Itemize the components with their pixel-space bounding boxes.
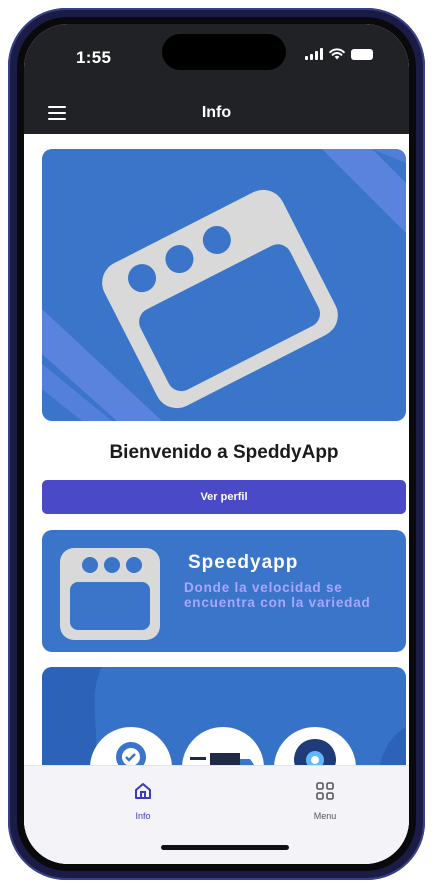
phone-frame: 1:55 Info Bienvenido a SpeddyApp Ver per… xyxy=(8,8,425,880)
bottom-nav: Info Menu xyxy=(24,765,409,864)
brand-card[interactable]: Speedyapp Donde la velocidad se encuentr… xyxy=(42,530,406,652)
nav-item-menu[interactable]: Menu xyxy=(295,780,355,821)
grid-icon xyxy=(316,782,334,800)
browser-window-icon xyxy=(42,149,406,421)
home-icon xyxy=(135,783,151,799)
nav-item-info[interactable]: Info xyxy=(113,780,173,821)
page-title: Info xyxy=(201,104,232,121)
wifi-icon xyxy=(329,48,345,60)
battery-icon xyxy=(351,48,373,60)
signal-icon xyxy=(305,48,323,60)
content: Bienvenido a SpeddyApp Ver perfil Speedy… xyxy=(24,134,409,864)
status-time: 1:55 xyxy=(76,48,112,67)
status-icons xyxy=(305,48,373,60)
nav-label-info: Info xyxy=(135,811,151,821)
dynamic-island xyxy=(162,34,286,70)
brand-name: Speedyapp xyxy=(188,552,299,573)
status-bar: 1:55 xyxy=(24,24,409,94)
home-indicator xyxy=(161,845,289,850)
browser-window-icon xyxy=(60,548,160,640)
phone-bezel: 1:55 Info Bienvenido a SpeddyApp Ver per… xyxy=(17,17,416,871)
brand-tagline: Donde la velocidad se encuentra con la v… xyxy=(184,580,371,610)
hero-banner xyxy=(42,149,406,421)
welcome-text: Bienvenido a SpeddyApp xyxy=(109,442,339,463)
screen: 1:55 Info Bienvenido a SpeddyApp Ver per… xyxy=(24,24,409,864)
view-profile-button[interactable]: Ver perfil xyxy=(42,480,406,514)
nav-label-menu: Menu xyxy=(313,811,337,821)
app-bar: Info xyxy=(24,94,409,134)
